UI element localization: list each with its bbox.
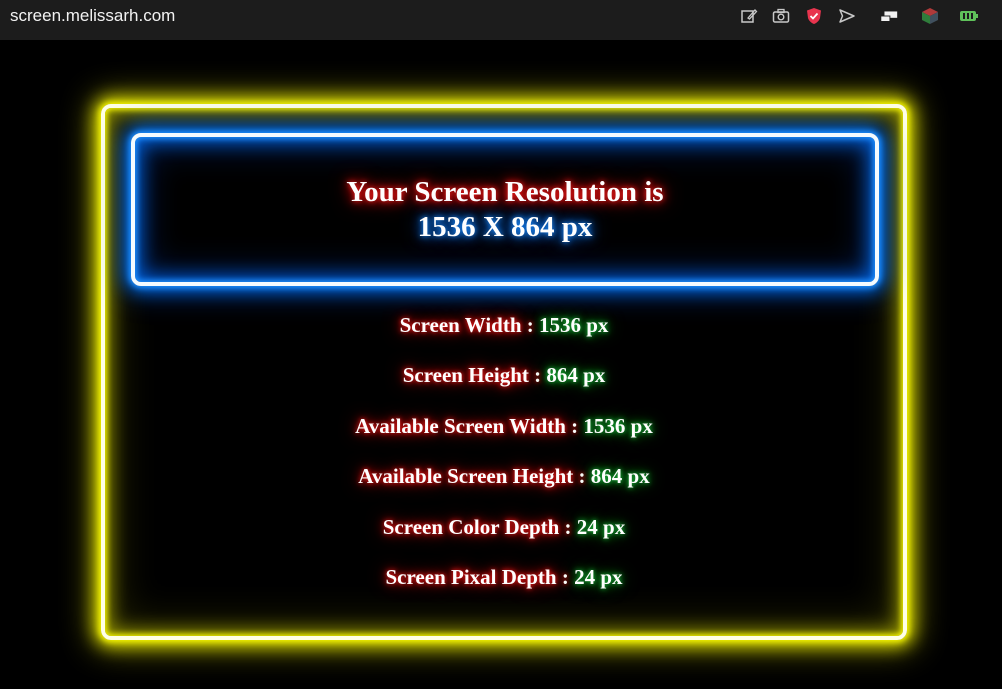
shield-icon[interactable]: [804, 7, 824, 25]
info-value: 1536 px: [539, 313, 609, 337]
resolution-heading: Your Screen Resolution is: [346, 175, 664, 208]
resolution-panel: Your Screen Resolution is 1536 X 864 px: [131, 133, 879, 286]
info-label: Screen Color Depth :: [382, 514, 572, 539]
info-label: Available Screen Height :: [358, 464, 586, 489]
page-content: Your Screen Resolution is 1536 X 864 px …: [0, 40, 1002, 689]
info-row-pixel-depth: Screen Pixal Depth : 24 px: [101, 562, 907, 612]
info-label: Screen Height :: [402, 363, 542, 388]
cube-icon[interactable]: [920, 7, 940, 25]
info-row-color-depth: Screen Color Depth : 24 px: [101, 512, 907, 562]
info-row-screen-width: Screen Width : 1536 px: [101, 310, 907, 360]
camera-icon[interactable]: [771, 7, 791, 25]
edit-icon[interactable]: [739, 7, 759, 25]
info-row-available-width: Available Screen Width : 1536 px: [101, 411, 907, 461]
info-value: 864 px: [590, 464, 650, 489]
screen-info-list: Screen Width : 1536 px Screen Height : 8…: [101, 310, 907, 612]
cast-icon[interactable]: [879, 7, 899, 25]
info-label: Screen Width :: [399, 313, 534, 337]
info-value: 24 px: [574, 564, 623, 589]
browser-toolbar: screen.melissarh.com: [0, 0, 1002, 40]
info-label: Available Screen Width :: [355, 413, 579, 438]
info-value: 24 px: [576, 514, 626, 539]
address-bar[interactable]: screen.melissarh.com: [10, 6, 175, 26]
send-icon[interactable]: [837, 7, 857, 25]
info-label: Screen Pixal Depth :: [385, 564, 569, 589]
info-value: 1536 px: [583, 413, 653, 438]
battery-icon[interactable]: [959, 7, 979, 25]
resolution-value: 1536 X 864 px: [417, 210, 593, 243]
info-value: 864 px: [546, 363, 606, 388]
info-row-available-height: Available Screen Height : 864 px: [101, 461, 907, 511]
info-row-screen-height: Screen Height : 864 px: [101, 360, 907, 410]
